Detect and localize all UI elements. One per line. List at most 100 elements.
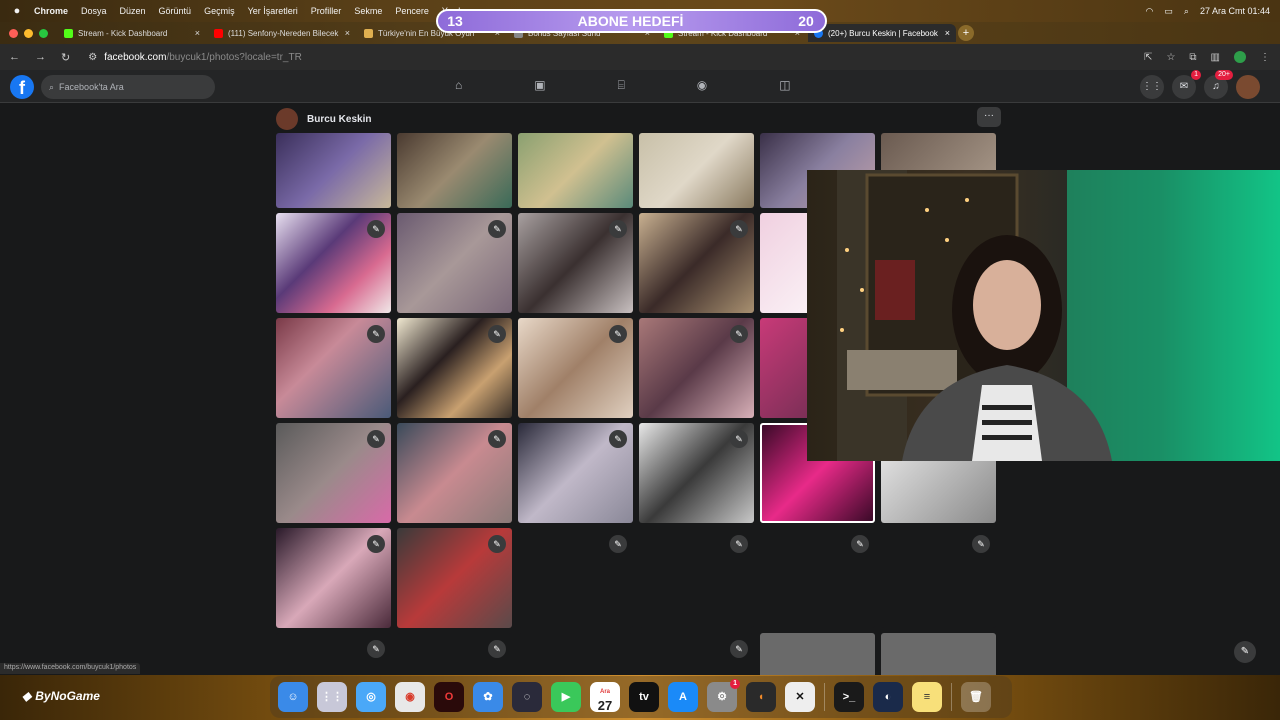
edit-pencil-icon[interactable]: ✎ [367,430,385,448]
edit-pencil-icon[interactable]: ✎ [609,535,627,553]
photo-thumb[interactable] [639,133,754,208]
finder-icon[interactable]: ☺ [278,682,308,712]
reload-icon[interactable]: ↻ [61,51,70,64]
wifi-icon[interactable]: ◠ [1146,6,1154,17]
edit-pencil-icon[interactable]: ✎ [609,220,627,238]
edit-pencil-icon[interactable]: ✎ [488,640,506,658]
search-icon[interactable]: ⌕ [1184,6,1189,17]
photo-thumb[interactable] [276,133,391,208]
photo-placeholder[interactable]: ✎ [639,528,754,628]
home-icon[interactable]: ⌂ [455,78,462,93]
profile-avatar-icon[interactable] [1234,51,1246,63]
photo-thumb[interactable]: ✎ [397,528,512,628]
facetime-icon[interactable]: ▶ [551,682,581,712]
tab-kick-dashboard[interactable]: Stream - Kick Dashboard × [58,24,206,42]
edit-pencil-icon[interactable]: ✎ [972,535,990,553]
photo-thumb[interactable]: ✎ [518,213,633,313]
terminal-icon[interactable]: >_ [834,682,864,712]
edit-pencil-icon[interactable]: ✎ [730,220,748,238]
notes-icon[interactable]: ≡ [912,682,942,712]
search-input[interactable]: ⌕ Facebook'ta Ara [41,75,215,99]
edit-pencil-icon[interactable]: ✎ [730,430,748,448]
edit-pencil-icon[interactable]: ✎ [609,325,627,343]
install-icon[interactable]: ⇱ [1144,52,1152,63]
facebook-logo-icon[interactable]: f [10,75,34,99]
messenger-icon[interactable]: ✉ 1 [1172,70,1201,99]
photo-thumb[interactable]: ✎ [276,318,391,418]
photo-placeholder[interactable]: ✎ [639,633,754,675]
menu-kebab-icon[interactable]: ⋮ [1260,52,1270,63]
photo-placeholder[interactable] [760,633,875,675]
photo-placeholder[interactable]: ✎ [760,528,875,628]
video-icon[interactable]: ▣ [534,78,545,93]
maximize-window-icon[interactable] [39,28,48,38]
menu-profiller[interactable]: Profiller [311,6,342,16]
gaming-icon[interactable]: ◫ [779,78,790,93]
menu-duzen[interactable]: Düzen [120,6,146,16]
site-settings-icon[interactable]: ⚙ [88,52,97,63]
fl-studio-icon[interactable]: ◖ [746,682,776,712]
menu-pencere[interactable]: Pencere [395,6,429,16]
menu-grid-icon[interactable]: ⋮⋮ [1140,75,1164,99]
appstore-icon[interactable]: A [668,682,698,712]
edit-pencil-icon[interactable]: ✎ [488,325,506,343]
groups-icon[interactable]: ◉ [697,78,707,93]
edit-pencil-icon[interactable]: ✎ [488,220,506,238]
photo-placeholder[interactable] [518,633,633,675]
photo-thumb[interactable]: ✎ [397,423,512,523]
photo-thumb[interactable] [518,133,633,208]
photo-thumb[interactable]: ✎ [639,213,754,313]
notifications-icon[interactable]: ♫ 20+ [1204,70,1233,99]
edit-pencil-icon[interactable]: ✎ [367,220,385,238]
apple-icon[interactable]: ● [0,5,34,17]
safari-icon[interactable]: ◎ [356,682,386,712]
photo-thumb[interactable]: ✎ [276,528,391,628]
tab-facebook[interactable]: (20+) Burcu Keskin | Facebook × [808,24,956,42]
marketplace-icon[interactable]: ⌸ [618,78,625,93]
photo-thumb[interactable]: ✎ [639,318,754,418]
pixelmator-icon[interactable]: ✿ [473,682,503,712]
photo-placeholder[interactable]: ✎ [276,633,391,675]
bookmark-star-icon[interactable]: ☆ [1166,52,1175,63]
photo-thumb[interactable] [397,133,512,208]
menu-dosya[interactable]: Dosya [81,6,107,16]
obs-icon[interactable]: ◌ [512,682,542,712]
menu-sekme[interactable]: Sekme [354,6,382,16]
forward-icon[interactable]: → [35,51,46,64]
photo-thumb[interactable]: ✎ [639,423,754,523]
photo-placeholder[interactable] [881,633,996,675]
account-avatar[interactable] [1236,75,1260,99]
menu-yer-isaretleri[interactable]: Yer İşaretleri [248,6,298,16]
chrome-icon[interactable]: ◉ [395,682,425,712]
launchpad-icon[interactable]: ⋮⋮ [317,682,347,712]
menu-gecmis[interactable]: Geçmiş [204,6,235,16]
profile-name[interactable]: Burcu Keskin [307,114,371,125]
opera-icon[interactable]: O [434,682,464,712]
capcut-icon[interactable]: ✕ [785,682,815,712]
photo-placeholder[interactable]: ✎ [518,528,633,628]
profile-avatar[interactable] [276,108,298,130]
url-field[interactable]: ⚙ facebook.com/buycuk1/photos?locale=tr_… [88,52,302,63]
tab-youtube[interactable]: (111) Senfony-Nereden Bilecek × [208,24,356,42]
close-icon[interactable]: × [195,28,200,38]
calendar-icon[interactable]: Ara 27 [590,682,620,713]
photo-thumb[interactable]: ✎ [518,423,633,523]
compose-icon[interactable]: ✎ [1234,641,1256,663]
edit-pencil-icon[interactable]: ✎ [730,325,748,343]
menu-goruntu[interactable]: Görüntü [159,6,192,16]
system-settings-icon[interactable]: ⚙ 1 [707,679,740,712]
more-options-button[interactable]: ··· [977,107,1001,127]
photo-placeholder[interactable]: ✎ [881,528,996,628]
sidepanel-icon[interactable]: ▥ [1211,52,1220,63]
photo-thumb[interactable]: ✎ [397,213,512,313]
minimize-window-icon[interactable] [24,28,33,38]
close-window-icon[interactable] [9,28,18,38]
extensions-icon[interactable]: ⧉ [1189,52,1196,63]
close-icon[interactable]: × [345,28,350,38]
edit-pencil-icon[interactable]: ✎ [488,535,506,553]
back-icon[interactable]: ← [9,51,20,64]
trash-icon[interactable]: 🗑 [961,682,991,712]
photo-thumb[interactable]: ✎ [397,318,512,418]
photo-thumb[interactable]: ✎ [518,318,633,418]
appletv-icon[interactable]: tv [629,682,659,712]
